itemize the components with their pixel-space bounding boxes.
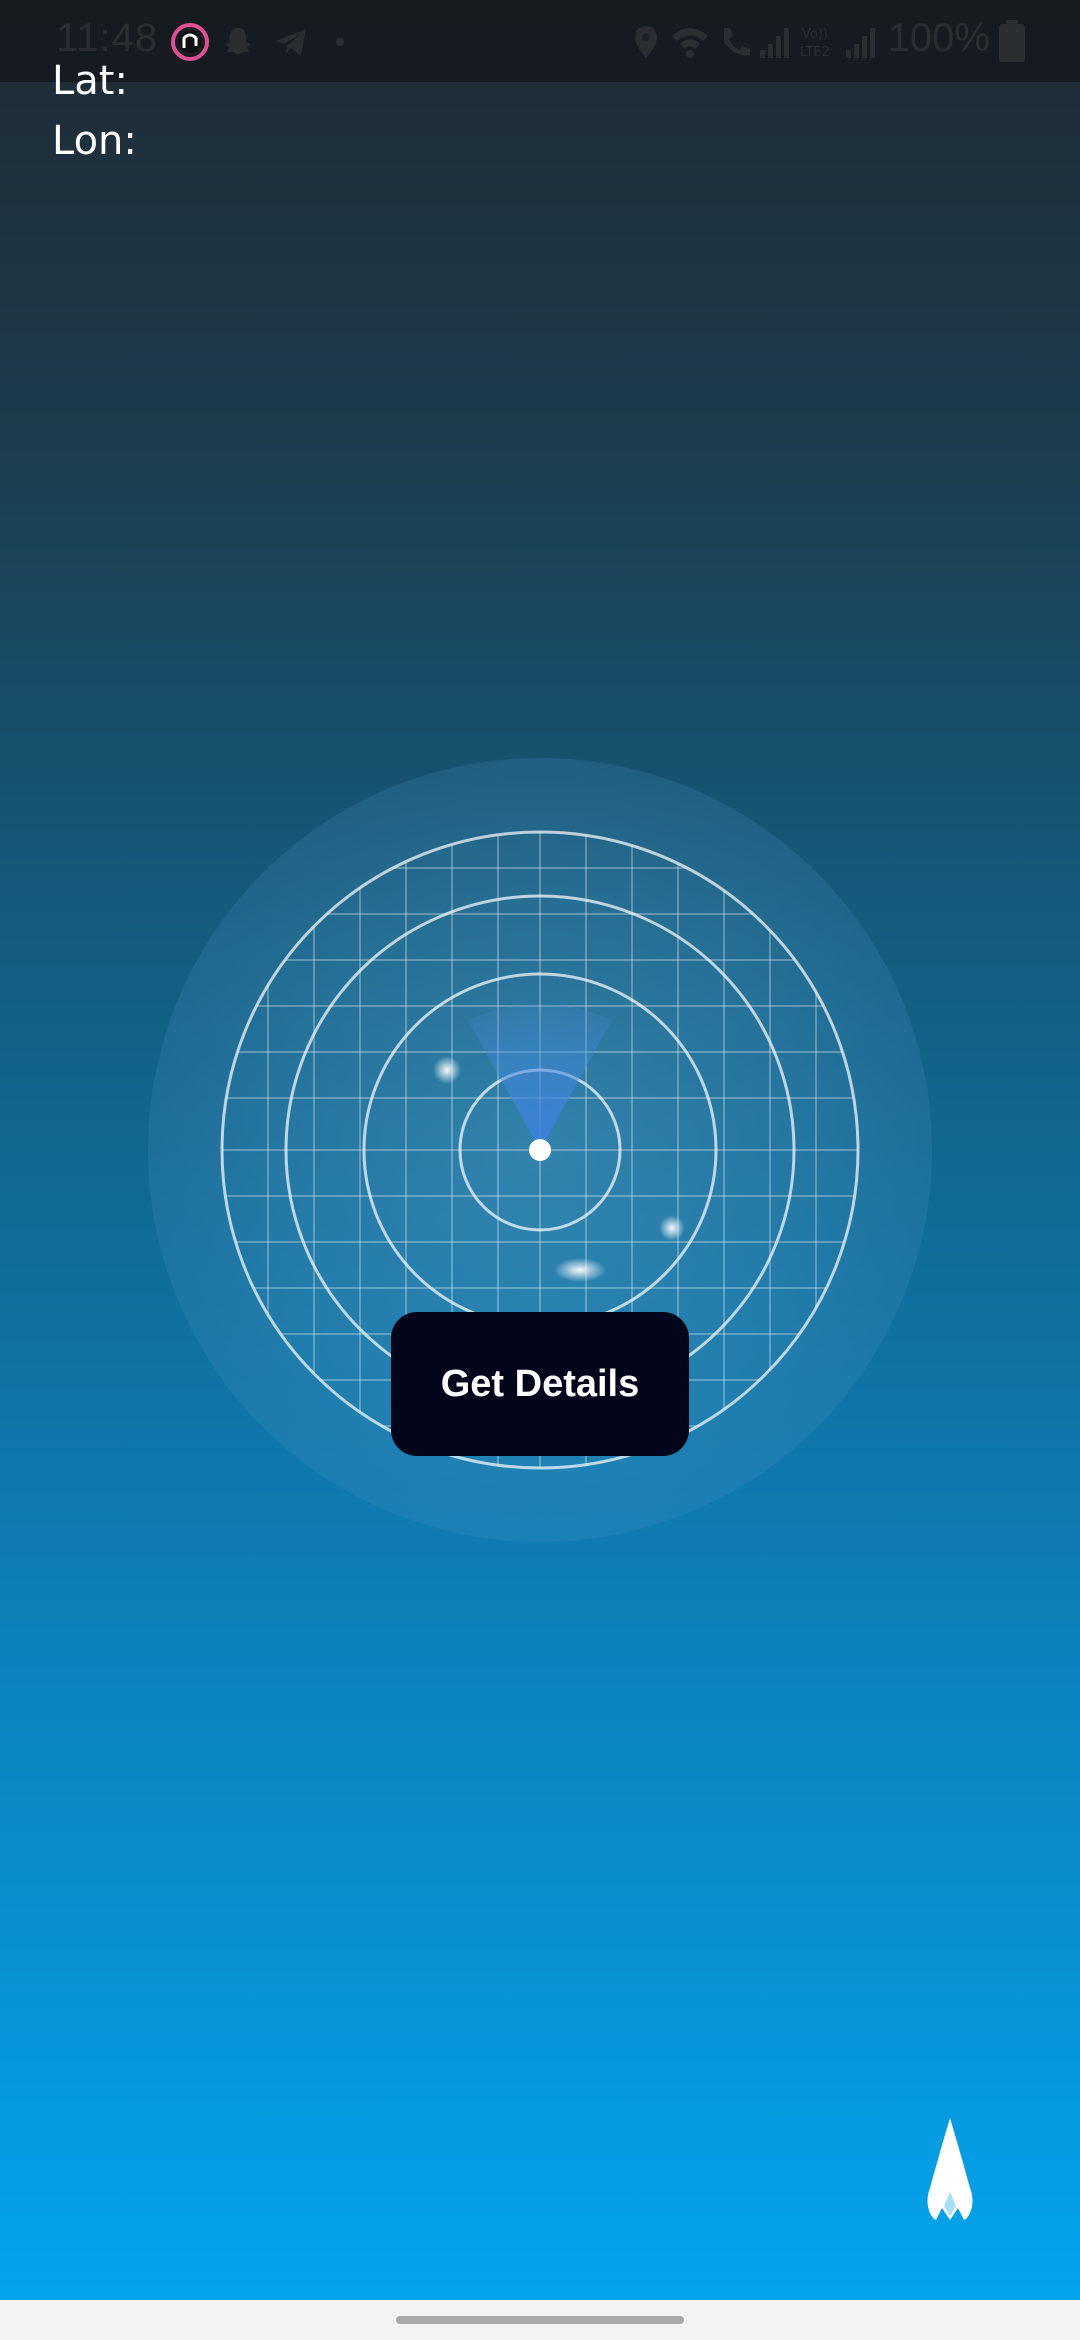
radar-blip [554, 1258, 606, 1282]
location-icon [635, 26, 657, 58]
snapchat-icon [225, 28, 251, 55]
lat-label: Lat: [52, 58, 128, 104]
navigation-bar [0, 2300, 1080, 2340]
volte-icon: Vo)) LTE2 [800, 27, 830, 60]
home-gesture-handle[interactable] [396, 2316, 684, 2324]
app-circle-icon [171, 23, 209, 61]
signal-2-icon [846, 28, 875, 58]
svg-text:Vo)): Vo)) [802, 27, 828, 42]
wifi-call-icon [724, 28, 750, 56]
status-time: 11:48 [56, 16, 159, 60]
dot-icon [336, 38, 344, 46]
get-details-button[interactable]: Get Details [391, 1312, 689, 1456]
rocket-icon[interactable] [922, 2118, 978, 2224]
svg-text:LTE2: LTE2 [800, 45, 830, 60]
radar-center-dot [529, 1139, 551, 1161]
wifi-icon [672, 28, 708, 58]
battery-percent: 100% [887, 16, 990, 60]
battery-icon [999, 20, 1025, 62]
lon-label: Lon: [52, 118, 137, 164]
radar-blip [659, 1215, 685, 1241]
status-bar: 11:48 Vo)) LTE2 100% [0, 0, 1080, 82]
signal-icon [760, 28, 789, 58]
telegram-icon [276, 29, 306, 56]
radar-blip [433, 1056, 461, 1084]
